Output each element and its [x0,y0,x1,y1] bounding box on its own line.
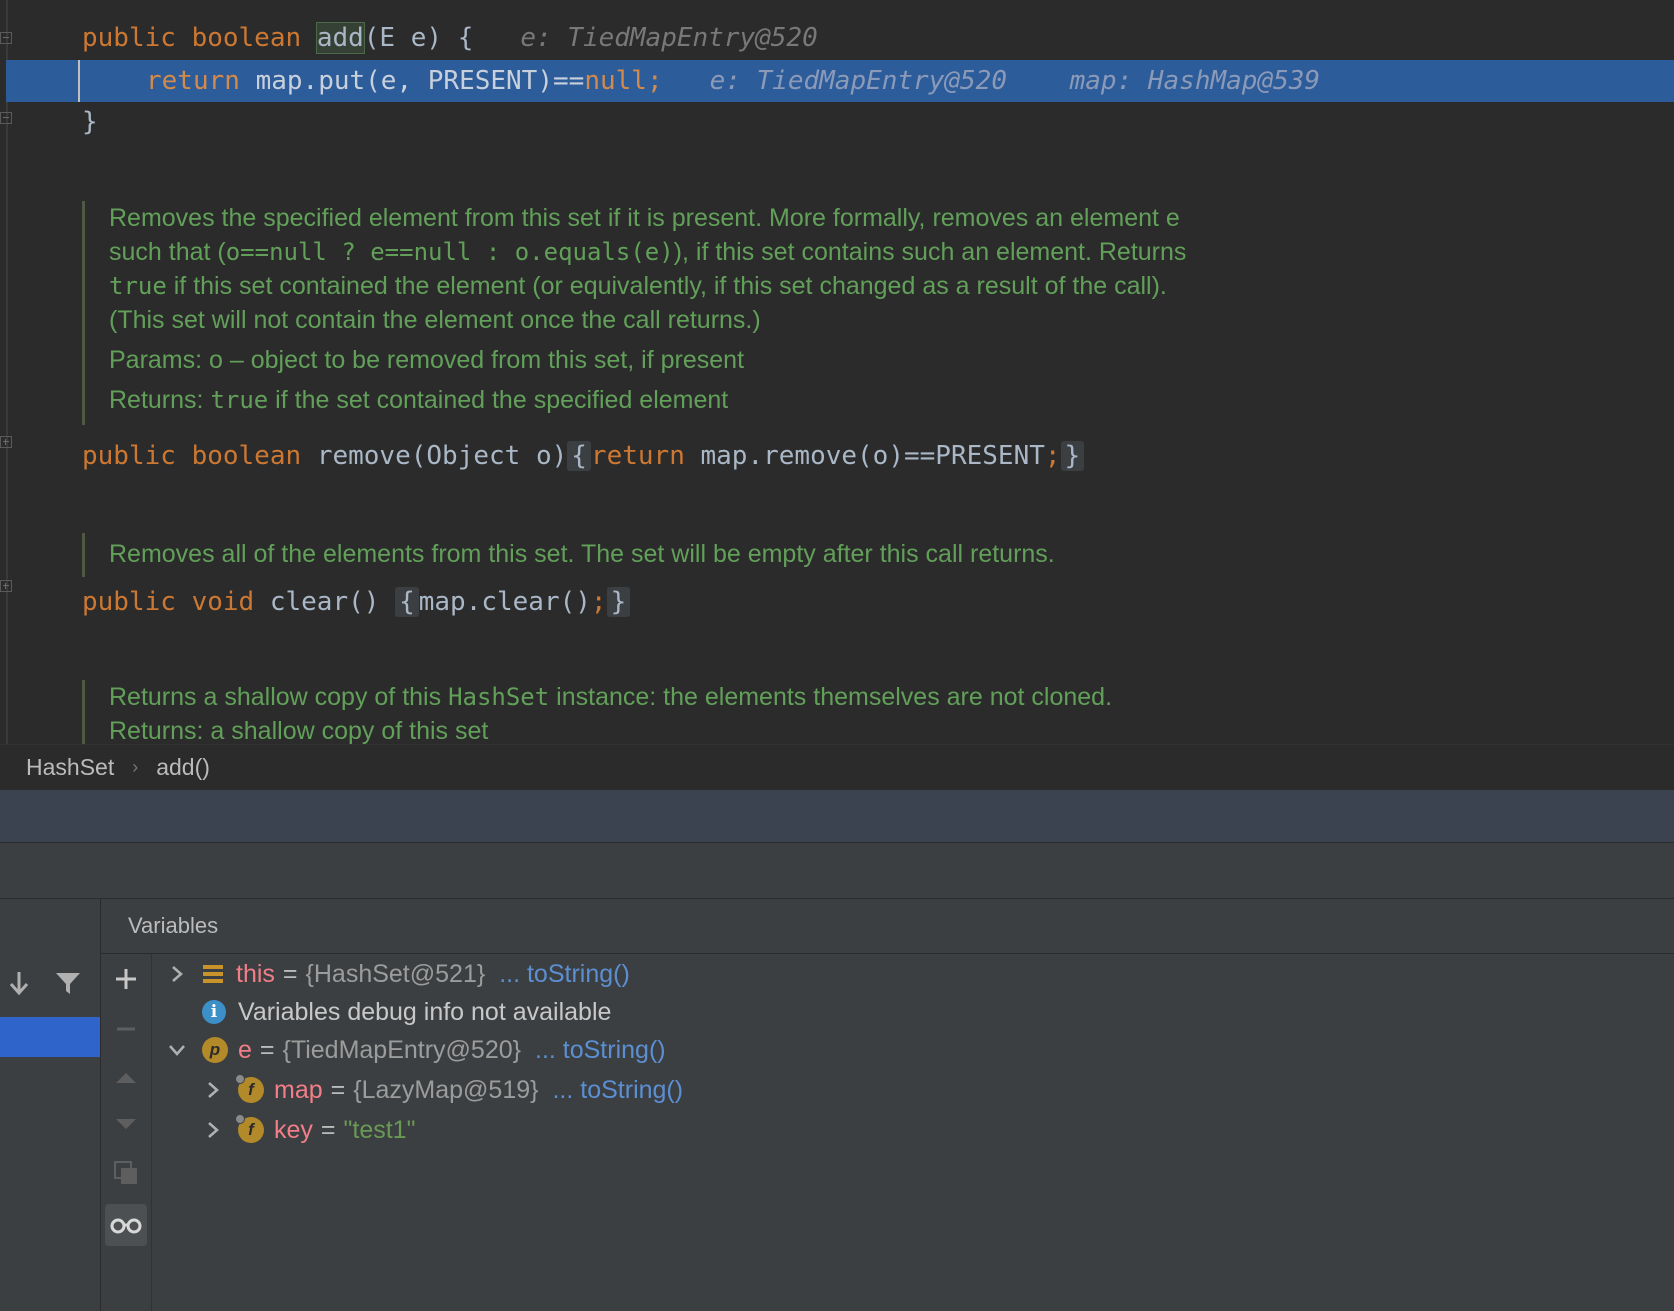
code-line-remove[interactable]: public boolean remove(Object o){return m… [82,436,1085,476]
arrow-down-icon[interactable] [6,965,32,1001]
glasses-icon[interactable] [105,1204,147,1246]
execution-point-line[interactable]: return map.put(e, PRESENT)==null; e: Tie… [6,60,1674,102]
operator-equals: == [553,66,585,96]
folded-brace-close[interactable]: } [1060,441,1085,471]
semicolon: ; [646,66,663,96]
method-signature-remove: remove(Object o) [316,441,568,471]
keyword-return: return [146,66,240,96]
field-icon: f [235,1074,264,1103]
doc-line: (This set will not contain the element o… [109,306,761,334]
breadcrumb-item-class[interactable]: HashSet [26,754,114,781]
doc-returns: Returns: true if the set contained the s… [109,386,729,414]
keyword-modifiers: public boolean [82,441,302,471]
tostring-link[interactable]: ... toString() [552,1076,683,1105]
doc-line: true if this set contained the element (… [109,272,1167,300]
chevron-right-icon[interactable] [202,1119,224,1141]
doc-line: such that (o==null ? e==null : o.equals(… [109,238,1187,266]
semicolon: ; [590,587,607,617]
doc-comment-clear: Removes all of the elements from this se… [82,533,1055,577]
keyword-return: return [590,441,685,471]
method-params: (E e) { [363,23,474,53]
code-line-return-put[interactable]: return map.put(e, PRESENT)==null; e: Tie… [146,61,1320,101]
code-expression: map.remove(o)==PRESENT [700,441,1045,471]
inline-debug-hint: e: TiedMapEntry@520 [520,23,818,53]
equals-sign: = [330,1075,346,1104]
code-expression: map.clear() [418,587,591,617]
fold-collapse-icon[interactable] [0,32,12,44]
code-line-close-brace[interactable]: } [82,102,98,142]
keyword-modifiers: public boolean [82,23,302,53]
field-icon: f [235,1114,264,1143]
equals-sign: = [320,1115,336,1144]
fold-collapse-icon[interactable] [0,112,12,124]
var-name: this [236,959,275,988]
variables-toolbar [101,954,152,1311]
breadcrumb: HashSet › add() [0,744,1674,790]
doc-line: Removes all of the elements from this se… [109,540,1055,568]
breadcrumb-item-method[interactable]: add() [156,754,210,781]
fold-expand-icon[interactable] [0,436,12,448]
move-down-icon[interactable] [109,1108,143,1142]
tree-row-key[interactable]: f key = "test1" [202,1110,415,1150]
code-expression: map.put(e, PRESENT) [255,66,553,96]
copy-icon[interactable] [109,1156,143,1190]
fold-expand-icon[interactable] [0,580,12,592]
equals-sign: = [259,1035,275,1064]
folded-brace-open[interactable]: { [567,441,591,471]
code-line-add-signature[interactable]: public boolean add(E e) { e: TiedMapEntr… [82,18,818,58]
var-value: {TiedMapEntry@520} [282,1035,521,1064]
variables-title: Variables [128,913,219,938]
semicolon: ; [1044,441,1061,471]
doc-comment-clone: Returns a shallow copy of this HashSet i… [82,680,1112,744]
var-value-string: "test1" [343,1115,416,1144]
keyword-modifiers: public void [82,587,255,617]
parameter-icon: p [202,1037,228,1063]
code-line-clear[interactable]: public void clear() {map.clear();} [82,582,631,622]
var-name: key [274,1115,313,1144]
folded-brace-open[interactable]: { [395,587,419,617]
var-name: e [238,1035,252,1064]
info-icon: i [202,1000,226,1024]
selected-frame[interactable] [0,1017,100,1057]
tostring-link[interactable]: ... toString() [499,960,630,989]
debug-toolbar [0,842,1674,899]
doc-line: Returns a shallow copy of this HashSet i… [109,683,1113,711]
tostring-link[interactable]: ... toString() [535,1036,666,1065]
method-signature-clear: clear() [269,587,380,617]
filter-icon[interactable] [54,965,82,1001]
close-brace: } [82,107,98,137]
code-editor[interactable]: public boolean add(E e) { e: TiedMapEntr… [0,0,1674,744]
frames-pane [0,899,101,1311]
chevron-down-icon[interactable] [166,1039,188,1061]
add-watch-icon[interactable] [109,962,143,996]
remove-watch-icon[interactable] [109,1012,143,1046]
text-caret [78,60,80,102]
doc-line: Returns: a shallow copy of this set [109,717,489,744]
doc-line: Removes the specified element from this … [109,204,1180,232]
doc-comment-remove: Removes the specified element from this … [82,201,1186,425]
var-value: {HashSet@521} [305,959,486,988]
tree-row-map[interactable]: f map = {LazyMap@519} ... toString() [202,1070,683,1110]
var-value: {LazyMap@519} [353,1075,539,1104]
info-message: Variables debug info not available [238,997,612,1026]
variables-tree[interactable]: this = {HashSet@521} ... toString() i Va… [160,954,1674,1311]
tree-row-info: i Variables debug info not available [202,992,611,1032]
list-icon [202,963,224,985]
chevron-right-icon: › [132,757,139,777]
inline-debug-hint-map: map: HashMap@539 [1069,66,1321,96]
doc-params: Params: o – object to be removed from th… [109,346,745,374]
var-name: map [274,1075,323,1104]
method-name-add[interactable]: add [315,22,365,54]
chevron-right-icon[interactable] [166,963,188,985]
keyword-null: null [584,66,647,96]
equals-sign: = [282,959,298,988]
debug-tool-window-header [0,790,1674,842]
tree-row-e[interactable]: p e = {TiedMapEntry@520} ... toString() [166,1030,666,1070]
chevron-right-icon[interactable] [202,1079,224,1101]
move-up-icon[interactable] [109,1060,143,1094]
debug-body: Variables this = {HashSet@521} ... toStr… [0,898,1674,1311]
tree-row-this[interactable]: this = {HashSet@521} ... toString() [166,954,630,994]
folded-brace-close[interactable]: } [606,587,631,617]
inline-debug-hint-e: e: TiedMapEntry@520 [709,66,1007,96]
